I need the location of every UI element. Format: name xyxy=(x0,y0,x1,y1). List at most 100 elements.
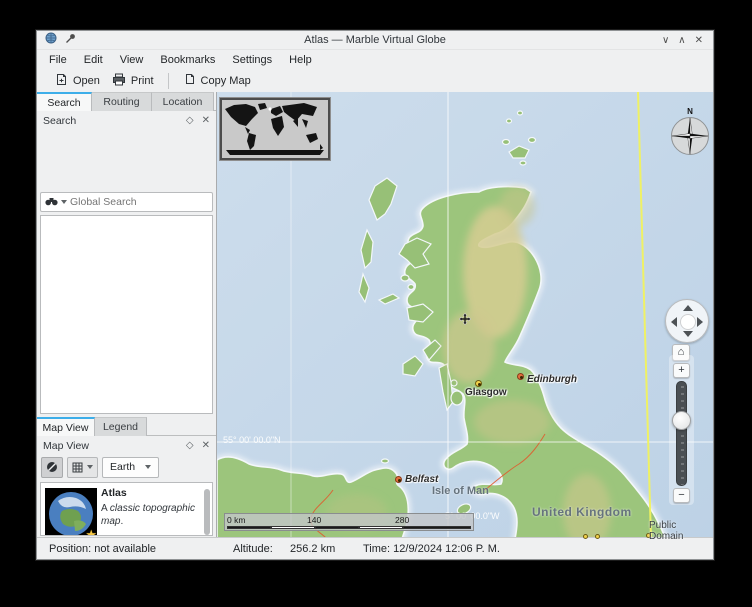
map-canvas[interactable]: 55° 00' 00.0"N 5° 00' 00.0"W xyxy=(216,92,713,539)
latitude-label: 55° 00' 00.0"N xyxy=(223,435,281,445)
close-panel-icon[interactable]: ✕ xyxy=(202,115,210,126)
zoom-slider-track[interactable] xyxy=(676,381,687,486)
titlebar[interactable]: Atlas — Marble Virtual Globe ∨ ∧ ✕ xyxy=(37,31,713,50)
chevron-down-icon xyxy=(145,465,151,469)
globe-slash-icon xyxy=(46,461,58,473)
zoom-in-button[interactable]: + xyxy=(673,363,690,378)
region-label-united-kingdom: United Kingdom xyxy=(532,505,632,519)
celestial-body-button[interactable] xyxy=(67,457,98,478)
move-cursor-icon xyxy=(458,312,472,331)
menu-help[interactable]: Help xyxy=(289,54,312,66)
mapview-toolbar: Earth xyxy=(41,456,212,478)
menu-settings[interactable]: Settings xyxy=(232,54,272,66)
status-time: Time: 12/9/2024 12:06 P. M. xyxy=(363,543,500,555)
global-search-field[interactable] xyxy=(40,192,213,212)
list-item-atlas[interactable]: ★ Atlas A classic topographic map. It us… xyxy=(41,483,212,536)
open-icon xyxy=(55,73,68,89)
pan-down-icon[interactable] xyxy=(683,331,693,337)
favorite-star-icon: ★ xyxy=(85,527,97,536)
region-label-isle-of-man: Isle of Man xyxy=(432,485,489,497)
mapview-panel-header: Map View ◇ ✕ xyxy=(37,436,216,455)
zoom-slider-handle[interactable] xyxy=(672,411,691,430)
city-label-edinburgh: Edinburgh xyxy=(527,374,577,385)
globe-projection-button[interactable] xyxy=(41,457,63,478)
open-label: Open xyxy=(73,75,100,87)
menu-view[interactable]: View xyxy=(120,54,144,66)
menu-bookmarks[interactable]: Bookmarks xyxy=(160,54,215,66)
celestial-body-value: Earth xyxy=(110,461,135,473)
marble-app-icon xyxy=(45,31,57,49)
town-marker[interactable] xyxy=(595,534,600,539)
compass[interactable]: N xyxy=(669,108,711,154)
zoom-out-button[interactable]: − xyxy=(673,488,690,503)
scale-start-label: 0 km xyxy=(227,515,245,525)
toolbar-separator xyxy=(168,73,169,89)
left-dock: Search Routing Location Search ◇ ✕ Map V… xyxy=(37,92,216,537)
menu-file[interactable]: File xyxy=(49,54,67,66)
print-label: Print xyxy=(131,75,154,87)
copy-map-label: Copy Map xyxy=(201,75,251,87)
scale-end-label: 280 xyxy=(395,515,409,525)
window-title: Atlas — Marble Virtual Globe xyxy=(37,34,713,46)
compass-rose-icon xyxy=(670,116,710,156)
tab-map-view[interactable]: Map View xyxy=(37,417,95,436)
status-altitude-label: Altitude: xyxy=(233,543,273,555)
pin-icon[interactable] xyxy=(65,31,76,49)
float-panel-icon[interactable]: ◇ xyxy=(186,440,194,451)
pan-control[interactable] xyxy=(665,299,709,343)
compass-north-label: N xyxy=(669,108,711,116)
pan-left-icon[interactable] xyxy=(671,317,677,327)
copy-map-button[interactable]: Copy Map xyxy=(177,71,257,91)
mapview-dock-tabs: Map View Legend xyxy=(37,417,216,436)
menu-edit[interactable]: Edit xyxy=(84,54,103,66)
toolbar: Open Print Copy Map xyxy=(37,70,713,92)
search-input[interactable] xyxy=(70,196,208,208)
marble-window: Atlas — Marble Virtual Globe ∨ ∧ ✕ File … xyxy=(36,30,714,560)
maximize-icon[interactable]: ∧ xyxy=(678,31,685,50)
license-label[interactable]: Public Domain xyxy=(649,520,713,539)
close-icon[interactable]: ✕ xyxy=(695,31,703,50)
world-map-icon xyxy=(222,100,328,158)
chevron-down-icon xyxy=(87,465,93,469)
city-label-glasgow: Glasgow xyxy=(465,387,507,398)
tab-location[interactable]: Location xyxy=(152,92,214,111)
glasgow-marker[interactable] xyxy=(475,380,482,387)
search-results-list[interactable] xyxy=(40,215,213,414)
atlas-thumbnail: ★ xyxy=(45,488,97,536)
map-theme-list: ★ Atlas A classic topographic map. It us… xyxy=(40,482,213,536)
map-theme-title: Atlas xyxy=(101,487,202,499)
search-panel-header: Search ◇ ✕ xyxy=(37,111,216,130)
print-icon xyxy=(112,73,126,89)
edinburgh-marker[interactable] xyxy=(517,373,524,380)
city-label-belfast: Belfast xyxy=(405,474,438,485)
grid-icon xyxy=(72,462,83,473)
status-altitude-value: 256.2 km xyxy=(290,543,335,555)
town-marker[interactable] xyxy=(583,534,588,539)
pan-right-icon[interactable] xyxy=(697,317,703,327)
open-button[interactable]: Open xyxy=(49,71,106,91)
copy-map-icon xyxy=(183,73,196,89)
search-panel-title: Search xyxy=(43,115,76,127)
menubar: File Edit View Bookmarks Settings Help xyxy=(37,50,713,70)
scale-mid-label: 140 xyxy=(307,515,321,525)
belfast-marker[interactable] xyxy=(395,476,402,483)
tab-legend[interactable]: Legend xyxy=(95,417,147,436)
print-button[interactable]: Print xyxy=(106,71,160,91)
celestial-body-select[interactable]: Earth xyxy=(102,457,159,478)
statusbar: Position: not available Altitude: 256.2 … xyxy=(37,537,713,559)
mapview-panel-title: Map View xyxy=(43,440,89,452)
close-panel-icon[interactable]: ✕ xyxy=(202,440,210,451)
map-theme-description: A classic topographic map. It uses vecto… xyxy=(101,502,202,536)
float-panel-icon[interactable]: ◇ xyxy=(186,115,194,126)
tab-search[interactable]: Search xyxy=(37,92,92,111)
minimize-icon[interactable]: ∨ xyxy=(662,31,669,50)
tab-routing[interactable]: Routing xyxy=(92,92,152,111)
binoculars-icon xyxy=(45,193,58,211)
pan-up-icon[interactable] xyxy=(683,305,693,311)
status-position: Position: not available xyxy=(49,543,156,555)
scale-bar: 0 km 140 280 xyxy=(224,513,474,531)
pan-center-icon[interactable] xyxy=(680,314,696,330)
search-options-caret-icon[interactable] xyxy=(61,200,67,204)
overview-map[interactable] xyxy=(220,98,330,160)
list-scrollbar[interactable] xyxy=(204,489,210,535)
